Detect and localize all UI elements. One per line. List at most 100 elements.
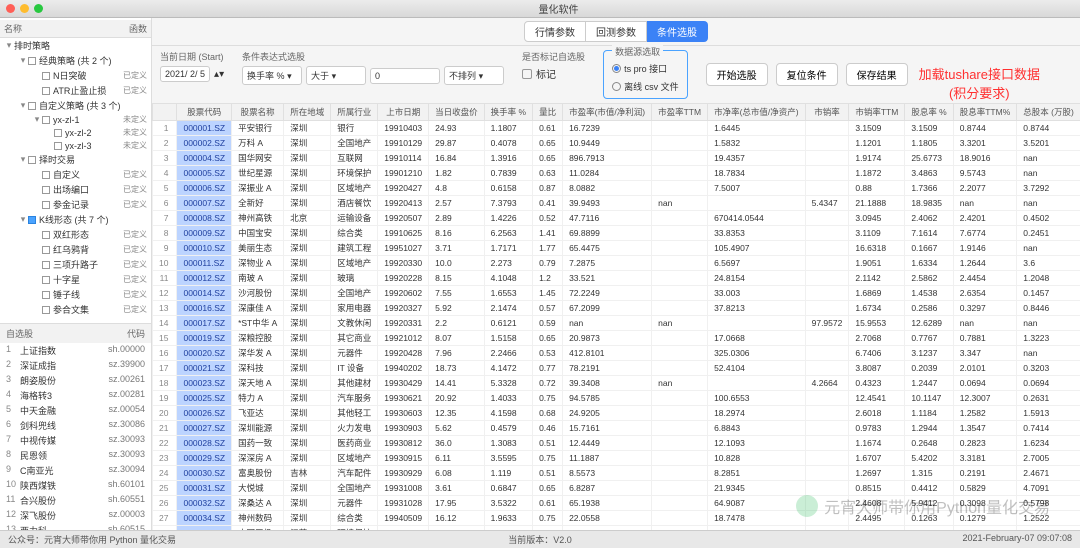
table-row[interactable]: 13000016.SZ深康佳 A深圳家用电器199203275.922.1474… — [153, 301, 1080, 316]
table-row[interactable]: 14000017.SZ*ST中华 A深圳文教休闲199203312.20.612… — [153, 316, 1080, 331]
factor-select[interactable]: 换手率 % ▾ — [242, 66, 302, 85]
table-row[interactable]: 11000012.SZ南玻 A深圳玻璃199202288.154.10481.2… — [153, 271, 1080, 286]
column-header[interactable]: 上市日期 — [378, 104, 429, 121]
radio-csv[interactable]: 离线 csv 文件 — [612, 79, 679, 94]
watchlist-row[interactable]: 11合兴股份sh.60551 — [0, 493, 151, 508]
item-icon — [42, 261, 50, 269]
minimize-icon[interactable] — [20, 4, 29, 13]
column-header[interactable]: 当日收盘价 — [429, 104, 485, 121]
table-row[interactable]: 7000008.SZ神州高铁北京运输设备199205072.891.42260.… — [153, 211, 1080, 226]
chevron-down-icon[interactable]: ▾ — [18, 100, 28, 111]
column-header[interactable]: 市盈率TTM — [652, 104, 708, 121]
watchlist-row[interactable]: 2深证成指sz.39900 — [0, 358, 151, 373]
operator-select[interactable]: 大于 ▾ — [306, 66, 366, 85]
table-row[interactable]: 24000030.SZ富奥股份吉林汽车配件199309296.081.1190.… — [153, 466, 1080, 481]
table-row[interactable]: 6000007.SZ全新好深圳酒店餐饮199204132.577.37930.4… — [153, 196, 1080, 211]
start-date-input[interactable]: 2021/ 2/ 5 — [160, 66, 210, 82]
watchlist-row[interactable]: 3朗姿股份sz.00261 — [0, 373, 151, 388]
expr-label: 条件表达式选股 — [242, 50, 504, 63]
table-row[interactable]: 16000020.SZ深华发 A深圳元器件199204287.962.24660… — [153, 346, 1080, 361]
chevron-down-icon[interactable]: ▾ — [18, 214, 28, 225]
tree-section[interactable]: ▾排时策略 — [0, 38, 151, 53]
result-grid[interactable]: 股票代码股票名称所在地域所属行业上市日期当日收盘价换手率 %量比市盈率(市值/净… — [152, 103, 1080, 530]
chevron-down-icon[interactable]: ▾ — [4, 40, 14, 51]
column-header[interactable]: 市销率TTM — [849, 104, 905, 121]
watchlist-row[interactable]: 1上证指数sh.00000 — [0, 343, 151, 358]
tree-leaf[interactable]: 红乌鸦背已定义 — [0, 242, 151, 257]
tab-quotes[interactable]: 行情参数 — [524, 21, 586, 42]
tree-item[interactable]: ▾自定义策略 (共 3 个) — [0, 98, 151, 113]
tree-leaf[interactable]: 出场编口已定义 — [0, 182, 151, 197]
column-header[interactable] — [153, 104, 177, 121]
tree-leaf[interactable]: ▾yx-zl-1未定义 — [0, 113, 151, 126]
maximize-icon[interactable] — [34, 4, 43, 13]
run-button[interactable]: 开始选股 — [706, 63, 768, 86]
table-row[interactable]: 23000029.SZ深深房 A深圳区域地产199309156.113.5595… — [153, 451, 1080, 466]
tab-screener[interactable]: 条件选股 — [647, 21, 708, 42]
watchlist-row[interactable]: 7中视传媒sz.30093 — [0, 433, 151, 448]
table-row[interactable]: 1000001.SZ平安银行深圳银行1991040324.931.18070.6… — [153, 121, 1080, 136]
table-row[interactable]: 4000005.SZ世纪星源深圳环境保护199012101.820.78390.… — [153, 166, 1080, 181]
tree-leaf[interactable]: 双红形态已定义 — [0, 227, 151, 242]
mark-checkbox[interactable] — [522, 69, 532, 79]
tree-leaf[interactable]: ATR止盈止损已定义 — [0, 83, 151, 98]
watchlist-row[interactable]: 4海格转3sz.00281 — [0, 388, 151, 403]
table-row[interactable]: 5000006.SZ深振业 A深圳区域地产199204274.80.61580.… — [153, 181, 1080, 196]
tree-item[interactable]: ▾经典策略 (共 2 个) — [0, 53, 151, 68]
tree-item[interactable]: ▾择时交易 — [0, 152, 151, 167]
tree-leaf[interactable]: 锤子线已定义 — [0, 287, 151, 302]
tree-item[interactable]: ▾K线形态 (共 7 个) — [0, 212, 151, 227]
table-row[interactable]: 18000023.SZ深天地 A深圳其他建材1993042914.415.332… — [153, 376, 1080, 391]
tree-leaf[interactable]: N日突破已定义 — [0, 68, 151, 83]
chevron-down-icon[interactable]: ▾ — [18, 55, 28, 66]
column-header[interactable]: 所属行业 — [331, 104, 378, 121]
table-row[interactable]: 22000028.SZ国药一致深圳医药商业1993081236.01.30830… — [153, 436, 1080, 451]
tree-leaf[interactable]: 参金记录已定义 — [0, 197, 151, 212]
tree-leaf[interactable]: 三项升路子已定义 — [0, 257, 151, 272]
close-icon[interactable] — [6, 4, 15, 13]
sort-select[interactable]: 不排列 ▾ — [444, 66, 504, 85]
radio-tspro[interactable]: ts pro 接口 — [612, 61, 679, 76]
column-header[interactable]: 换手率 % — [484, 104, 532, 121]
chevron-down-icon[interactable]: ▾ — [18, 154, 28, 165]
watchlist-row[interactable]: 13西力科sh.60515 — [0, 523, 151, 530]
column-header[interactable]: 股票代码 — [177, 104, 232, 121]
date-stepper[interactable]: ▴▾ — [214, 69, 224, 80]
watchlist-row[interactable]: 8民恩领sz.30093 — [0, 448, 151, 463]
column-header[interactable]: 股息率 % — [905, 104, 953, 121]
watchlist-row[interactable]: 12深飞股份sz.00003 — [0, 508, 151, 523]
table-row[interactable]: 2000002.SZ万科 A深圳全国地产1991012929.870.40780… — [153, 136, 1080, 151]
column-header[interactable]: 所在地域 — [284, 104, 331, 121]
chevron-down-icon[interactable]: ▾ — [32, 114, 42, 125]
table-row[interactable]: 15000019.SZ深粮控股深圳其它商业199210128.071.51580… — [153, 331, 1080, 346]
table-row[interactable]: 17000021.SZ深科技深圳IT 设备1994020218.734.1472… — [153, 361, 1080, 376]
value-input[interactable]: 0 — [370, 68, 440, 84]
watchlist-row[interactable]: 5中天金融sz.00054 — [0, 403, 151, 418]
table-row[interactable]: 9000010.SZ美丽生态深圳建筑工程199510273.711.71711.… — [153, 241, 1080, 256]
table-row[interactable]: 20000026.SZ飞亚达深圳其他轻工1993060312.354.15980… — [153, 406, 1080, 421]
watchlist-row[interactable]: 10陕西煤铁sh.60101 — [0, 478, 151, 493]
tree-leaf[interactable]: 自定义已定义 — [0, 167, 151, 182]
tree-leaf[interactable]: yx-zl-2未定义 — [0, 126, 151, 139]
table-row[interactable]: 10000011.SZ深物业 A深圳区域地产1992033010.02.2730… — [153, 256, 1080, 271]
column-header[interactable]: 市销率 — [805, 104, 849, 121]
tree-leaf[interactable]: yx-zl-3未定义 — [0, 139, 151, 152]
table-row[interactable]: 3000004.SZ国华网安深圳互联网1991011416.841.39160.… — [153, 151, 1080, 166]
table-row[interactable]: 19000025.SZ特力 A深圳汽车服务1993062120.921.4033… — [153, 391, 1080, 406]
tree-leaf[interactable]: 参合文集已定义 — [0, 302, 151, 317]
watchlist-row[interactable]: 6剑科兜线sz.30086 — [0, 418, 151, 433]
tab-backtest[interactable]: 回测参数 — [586, 21, 647, 42]
column-header[interactable]: 总股本 (万股) — [1017, 104, 1080, 121]
save-button[interactable]: 保存结果 — [846, 63, 908, 86]
column-header[interactable]: 市净率(总市值/净资产) — [708, 104, 806, 121]
table-row[interactable]: 21000027.SZ深圳能源深圳火力发电199309035.620.45790… — [153, 421, 1080, 436]
column-header[interactable]: 股息率TTM% — [953, 104, 1017, 121]
column-header[interactable]: 股票名称 — [232, 104, 284, 121]
table-row[interactable]: 12000014.SZ沙河股份深圳全国地产199206027.551.65531… — [153, 286, 1080, 301]
table-row[interactable]: 8000009.SZ中国宝安深圳综合类199106258.166.25631.4… — [153, 226, 1080, 241]
reset-button[interactable]: 复位条件 — [776, 63, 838, 86]
tree-leaf[interactable]: 十字星已定义 — [0, 272, 151, 287]
column-header[interactable]: 市盈率(市值/净利润) — [563, 104, 652, 121]
column-header[interactable]: 量比 — [533, 104, 563, 121]
watchlist-row[interactable]: 9C南亚光sz.30094 — [0, 463, 151, 478]
